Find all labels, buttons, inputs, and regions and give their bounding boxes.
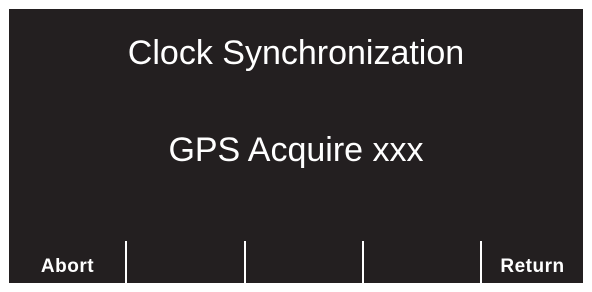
softkey-3[interactable]	[246, 241, 364, 283]
softkey-divider	[125, 241, 127, 283]
screen-title: Clock Synchronization	[127, 34, 465, 72]
return-softkey[interactable]: Return	[482, 241, 583, 283]
softkey-divider	[480, 241, 482, 283]
softkey-divider	[244, 241, 246, 283]
softkey-2[interactable]	[127, 241, 245, 283]
abort-softkey[interactable]: Abort	[9, 241, 126, 283]
status-message: GPS Acquire xxx	[168, 131, 424, 169]
softkey-4[interactable]	[364, 241, 482, 283]
softkey-divider	[362, 241, 364, 283]
display-screen: Clock Synchronization GPS Acquire xxx Ab…	[9, 9, 583, 283]
softkey-bar: Abort Return	[9, 241, 583, 283]
